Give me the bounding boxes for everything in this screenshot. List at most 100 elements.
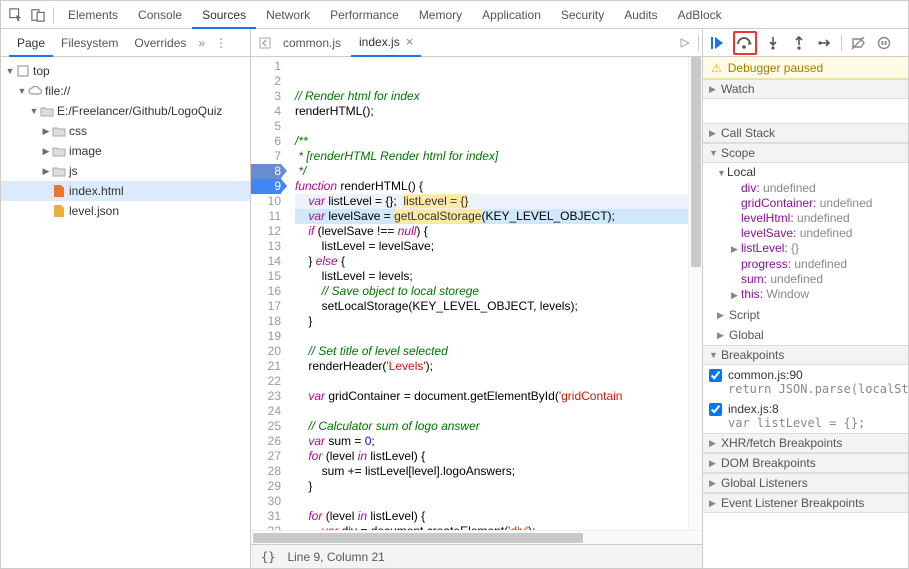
line-number[interactable]: 25 [251, 419, 281, 434]
device-toolbar-icon[interactable] [27, 4, 49, 26]
main-tab-memory[interactable]: Memory [409, 1, 472, 29]
line-number[interactable]: 2 [251, 74, 281, 89]
breakpoints-section[interactable]: ▼Breakpoints [703, 345, 908, 365]
line-number[interactable]: 11 [251, 209, 281, 224]
scope-script[interactable]: ▶Script [703, 305, 908, 325]
pause-on-exceptions-button[interactable] [874, 33, 894, 53]
line-number[interactable]: 31 [251, 509, 281, 524]
line-number[interactable]: 26 [251, 434, 281, 449]
line-number[interactable]: 5 [251, 119, 281, 134]
breakpoint-item[interactable]: common.js:90return JSON.parse(localStor [703, 365, 908, 399]
scope-var-gridContainer[interactable]: gridContainer: undefined [731, 196, 902, 211]
main-tab-network[interactable]: Network [256, 1, 320, 29]
more-tabs-chevron-icon[interactable]: » [194, 36, 209, 50]
pretty-print-icon[interactable]: {} [261, 550, 275, 564]
main-tab-sources[interactable]: Sources [192, 1, 256, 29]
tree-folder-image[interactable]: ▶image [1, 141, 250, 161]
navigator-menu-icon[interactable]: ⋮ [209, 36, 233, 50]
step-button[interactable] [815, 33, 835, 53]
line-number[interactable]: 14 [251, 254, 281, 269]
event-listener-breakpoints-section[interactable]: ▶Event Listener Breakpoints [703, 493, 908, 513]
scope-var-this[interactable]: ▶this: Window [731, 287, 902, 303]
step-into-button[interactable] [763, 33, 783, 53]
scope-local[interactable]: ▼Local [717, 165, 902, 181]
line-number[interactable]: 18 [251, 314, 281, 329]
breakpoint-checkbox[interactable] [709, 369, 722, 382]
line-gutter[interactable]: 1234567891011121314151617181920212223242… [251, 57, 287, 530]
line-number[interactable]: 28 [251, 464, 281, 479]
file-tab-common-js[interactable]: common.js [275, 29, 349, 57]
breakpoint-item[interactable]: index.js:8var listLevel = {}; [703, 399, 908, 433]
breakpoint-checkbox[interactable] [709, 403, 722, 416]
inspect-element-icon[interactable] [5, 4, 27, 26]
line-number[interactable]: 8 [251, 164, 281, 179]
tree-file-index-html[interactable]: index.html [1, 181, 250, 201]
nav-tab-filesystem[interactable]: Filesystem [53, 29, 126, 57]
scrollbar-thumb[interactable] [691, 57, 701, 267]
step-over-button[interactable] [735, 33, 755, 53]
scope-global[interactable]: ▶Global [703, 325, 908, 345]
callstack-section[interactable]: ▶Call Stack [703, 123, 908, 143]
code-content[interactable]: // Render html for indexrenderHTML();/**… [287, 57, 702, 530]
line-number[interactable]: 27 [251, 449, 281, 464]
line-number[interactable]: 19 [251, 329, 281, 344]
tree-origin[interactable]: ▼file:// [1, 81, 250, 101]
scope-var-sum[interactable]: sum: undefined [731, 272, 902, 287]
dom-breakpoints-section[interactable]: ▶DOM Breakpoints [703, 453, 908, 473]
line-number[interactable]: 22 [251, 374, 281, 389]
line-number[interactable]: 30 [251, 494, 281, 509]
file-tab-index-js[interactable]: index.js× [351, 29, 421, 57]
main-tab-audits[interactable]: Audits [614, 1, 667, 29]
line-number[interactable]: 4 [251, 104, 281, 119]
nav-tab-overrides[interactable]: Overrides [126, 29, 194, 57]
scope-var-listLevel[interactable]: ▶listLevel: {} [731, 241, 902, 257]
main-tab-security[interactable]: Security [551, 1, 614, 29]
step-out-button[interactable] [789, 33, 809, 53]
line-number[interactable]: 24 [251, 404, 281, 419]
scrollbar-thumb[interactable] [253, 533, 583, 543]
line-number[interactable]: 1 [251, 59, 281, 74]
horizontal-scrollbar[interactable] [251, 530, 702, 544]
code-line [295, 374, 702, 389]
line-number[interactable]: 10 [251, 194, 281, 209]
tree-project[interactable]: ▼E:/Freelancer/Github/LogoQuiz [1, 101, 250, 121]
main-tab-elements[interactable]: Elements [58, 1, 128, 29]
tree-folder-js[interactable]: ▶js [1, 161, 250, 181]
deactivate-breakpoints-button[interactable] [848, 33, 868, 53]
scope-var-progress[interactable]: progress: undefined [731, 257, 902, 272]
line-number[interactable]: 3 [251, 89, 281, 104]
nav-tab-page[interactable]: Page [9, 29, 53, 57]
main-tab-adblock[interactable]: AdBlock [668, 1, 732, 29]
run-snippet-icon[interactable] [675, 33, 695, 53]
line-number[interactable]: 12 [251, 224, 281, 239]
line-number[interactable]: 20 [251, 344, 281, 359]
line-number[interactable]: 9 [251, 179, 281, 194]
close-tab-icon[interactable]: × [406, 34, 414, 49]
xhr-breakpoints-section[interactable]: ▶XHR/fetch Breakpoints [703, 433, 908, 453]
vertical-scrollbar[interactable] [688, 57, 702, 530]
tree-file-level-json[interactable]: level.json [1, 201, 250, 221]
code-line: } [295, 314, 702, 329]
line-number[interactable]: 21 [251, 359, 281, 374]
line-number[interactable]: 17 [251, 299, 281, 314]
line-number[interactable]: 6 [251, 134, 281, 149]
main-tab-application[interactable]: Application [472, 1, 551, 29]
scope-var-levelSave[interactable]: levelSave: undefined [731, 226, 902, 241]
line-number[interactable]: 23 [251, 389, 281, 404]
main-tab-console[interactable]: Console [128, 1, 192, 29]
line-number[interactable]: 16 [251, 284, 281, 299]
line-number[interactable]: 7 [251, 149, 281, 164]
tree-root-top[interactable]: ▼top [1, 61, 250, 81]
scope-var-levelHtml[interactable]: levelHtml: undefined [731, 211, 902, 226]
scope-section[interactable]: ▼Scope [703, 143, 908, 163]
tree-folder-css[interactable]: ▶css [1, 121, 250, 141]
nav-back-icon[interactable] [255, 33, 275, 53]
line-number[interactable]: 13 [251, 239, 281, 254]
scope-var-div[interactable]: div: undefined [731, 181, 902, 196]
line-number[interactable]: 29 [251, 479, 281, 494]
main-tab-performance[interactable]: Performance [320, 1, 409, 29]
watch-section[interactable]: ▶Watch [703, 79, 908, 99]
global-listeners-section[interactable]: ▶Global Listeners [703, 473, 908, 493]
line-number[interactable]: 15 [251, 269, 281, 284]
resume-button[interactable] [707, 33, 727, 53]
